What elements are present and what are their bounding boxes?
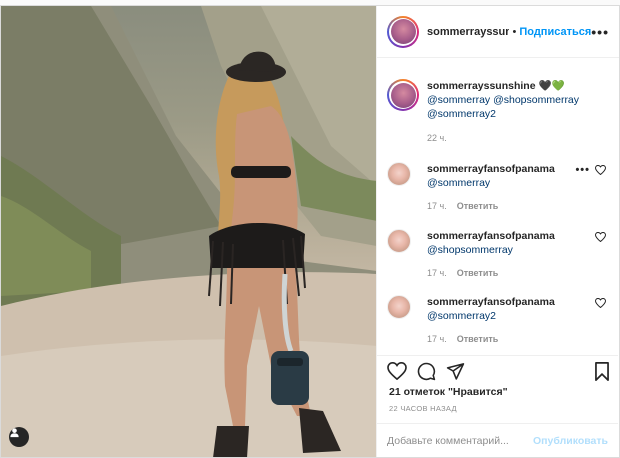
likes-count[interactable]: 21 отметок "Нравится" — [389, 386, 508, 398]
comment-like-icon[interactable] — [595, 298, 606, 308]
caption-mention[interactable]: @sommerray — [427, 94, 490, 106]
post-actions: 21 отметок "Нравится" 22 ЧАСОВ НАЗАД — [377, 355, 618, 423]
caption-username[interactable]: sommerrayssunshine — [427, 80, 536, 92]
comment-icon[interactable] — [417, 362, 436, 381]
user-icon — [10, 428, 19, 438]
comment-mention[interactable]: @sommerray2 — [427, 310, 496, 322]
post-options-button[interactable]: ••• — [591, 24, 609, 40]
caption-mention[interactable]: @shopsommerray — [493, 94, 579, 106]
caption-time[interactable]: 22 ч. — [427, 133, 447, 143]
commenter-avatar[interactable] — [387, 229, 411, 253]
comment-like-icon[interactable] — [595, 232, 606, 242]
author-username[interactable]: sommerrayssunshii — [427, 26, 509, 38]
comments-list[interactable]: sommerrayssunshine 🖤💚 @sommerray @shopso… — [377, 59, 618, 355]
comment-mention[interactable]: @shopsommerray — [427, 244, 513, 256]
caption-avatar[interactable] — [387, 79, 419, 111]
commenter-avatar[interactable] — [387, 162, 411, 186]
reply-button[interactable]: Ответить — [457, 268, 499, 278]
reply-button[interactable]: Ответить — [457, 201, 499, 211]
comment-text: sommerrayfansofpanama @sommerray — [427, 162, 577, 190]
comment-meta: 17 ч. Ответить — [427, 334, 498, 344]
caption-meta: 22 ч. — [427, 133, 447, 143]
comment-time[interactable]: 17 ч. — [427, 268, 447, 278]
share-icon[interactable] — [446, 362, 465, 380]
commenter-avatar[interactable] — [387, 295, 411, 319]
comment-like-icon[interactable] — [595, 165, 606, 175]
post-sidebar: sommerrayssunshii • Подписаться ••• somm… — [376, 6, 619, 457]
caption-emojis: 🖤💚 — [538, 80, 565, 92]
caption-mention[interactable]: @sommerray2 — [427, 108, 496, 120]
post-photo[interactable] — [1, 6, 376, 457]
heart-icon[interactable] — [387, 362, 407, 380]
post-timestamp[interactable]: 22 ЧАСОВ НАЗАД — [389, 404, 457, 413]
user-tag-button[interactable] — [9, 427, 29, 447]
header-separator: • — [512, 25, 517, 38]
follow-button[interactable]: Подписаться — [519, 26, 591, 38]
comment-time[interactable]: 17 ч. — [427, 201, 447, 211]
action-icons — [387, 362, 465, 381]
comment-username[interactable]: sommerrayfansofpanama — [427, 230, 555, 242]
comment-text: sommerrayfansofpanama @shopsommerray — [427, 229, 577, 257]
publish-button[interactable]: Опубликовать — [533, 435, 608, 447]
comment-username[interactable]: sommerrayfansofpanama — [427, 296, 555, 308]
add-comment-bar: Опубликовать — [377, 423, 618, 457]
comment-time[interactable]: 17 ч. — [427, 334, 447, 344]
bookmark-icon[interactable] — [594, 362, 610, 381]
comment-input[interactable] — [387, 434, 528, 447]
reply-button[interactable]: Ответить — [457, 334, 499, 344]
comment-meta: 17 ч. Ответить — [427, 268, 498, 278]
photo-scene — [1, 6, 376, 457]
comment-options-button[interactable]: ••• — [575, 164, 590, 176]
author-avatar[interactable] — [387, 15, 419, 48]
comment-username[interactable]: sommerrayfansofpanama — [427, 163, 555, 175]
comment-mention[interactable]: @sommerray — [427, 177, 490, 189]
post-modal: sommerrayssunshii • Подписаться ••• somm… — [0, 5, 620, 458]
comment-text: sommerrayfansofpanama @sommerray2 — [427, 295, 577, 323]
caption-text: sommerrayssunshine 🖤💚 @sommerray @shopso… — [427, 79, 597, 121]
post-header: sommerrayssunshii • Подписаться ••• — [377, 6, 619, 58]
comment-meta: 17 ч. Ответить — [427, 201, 498, 211]
